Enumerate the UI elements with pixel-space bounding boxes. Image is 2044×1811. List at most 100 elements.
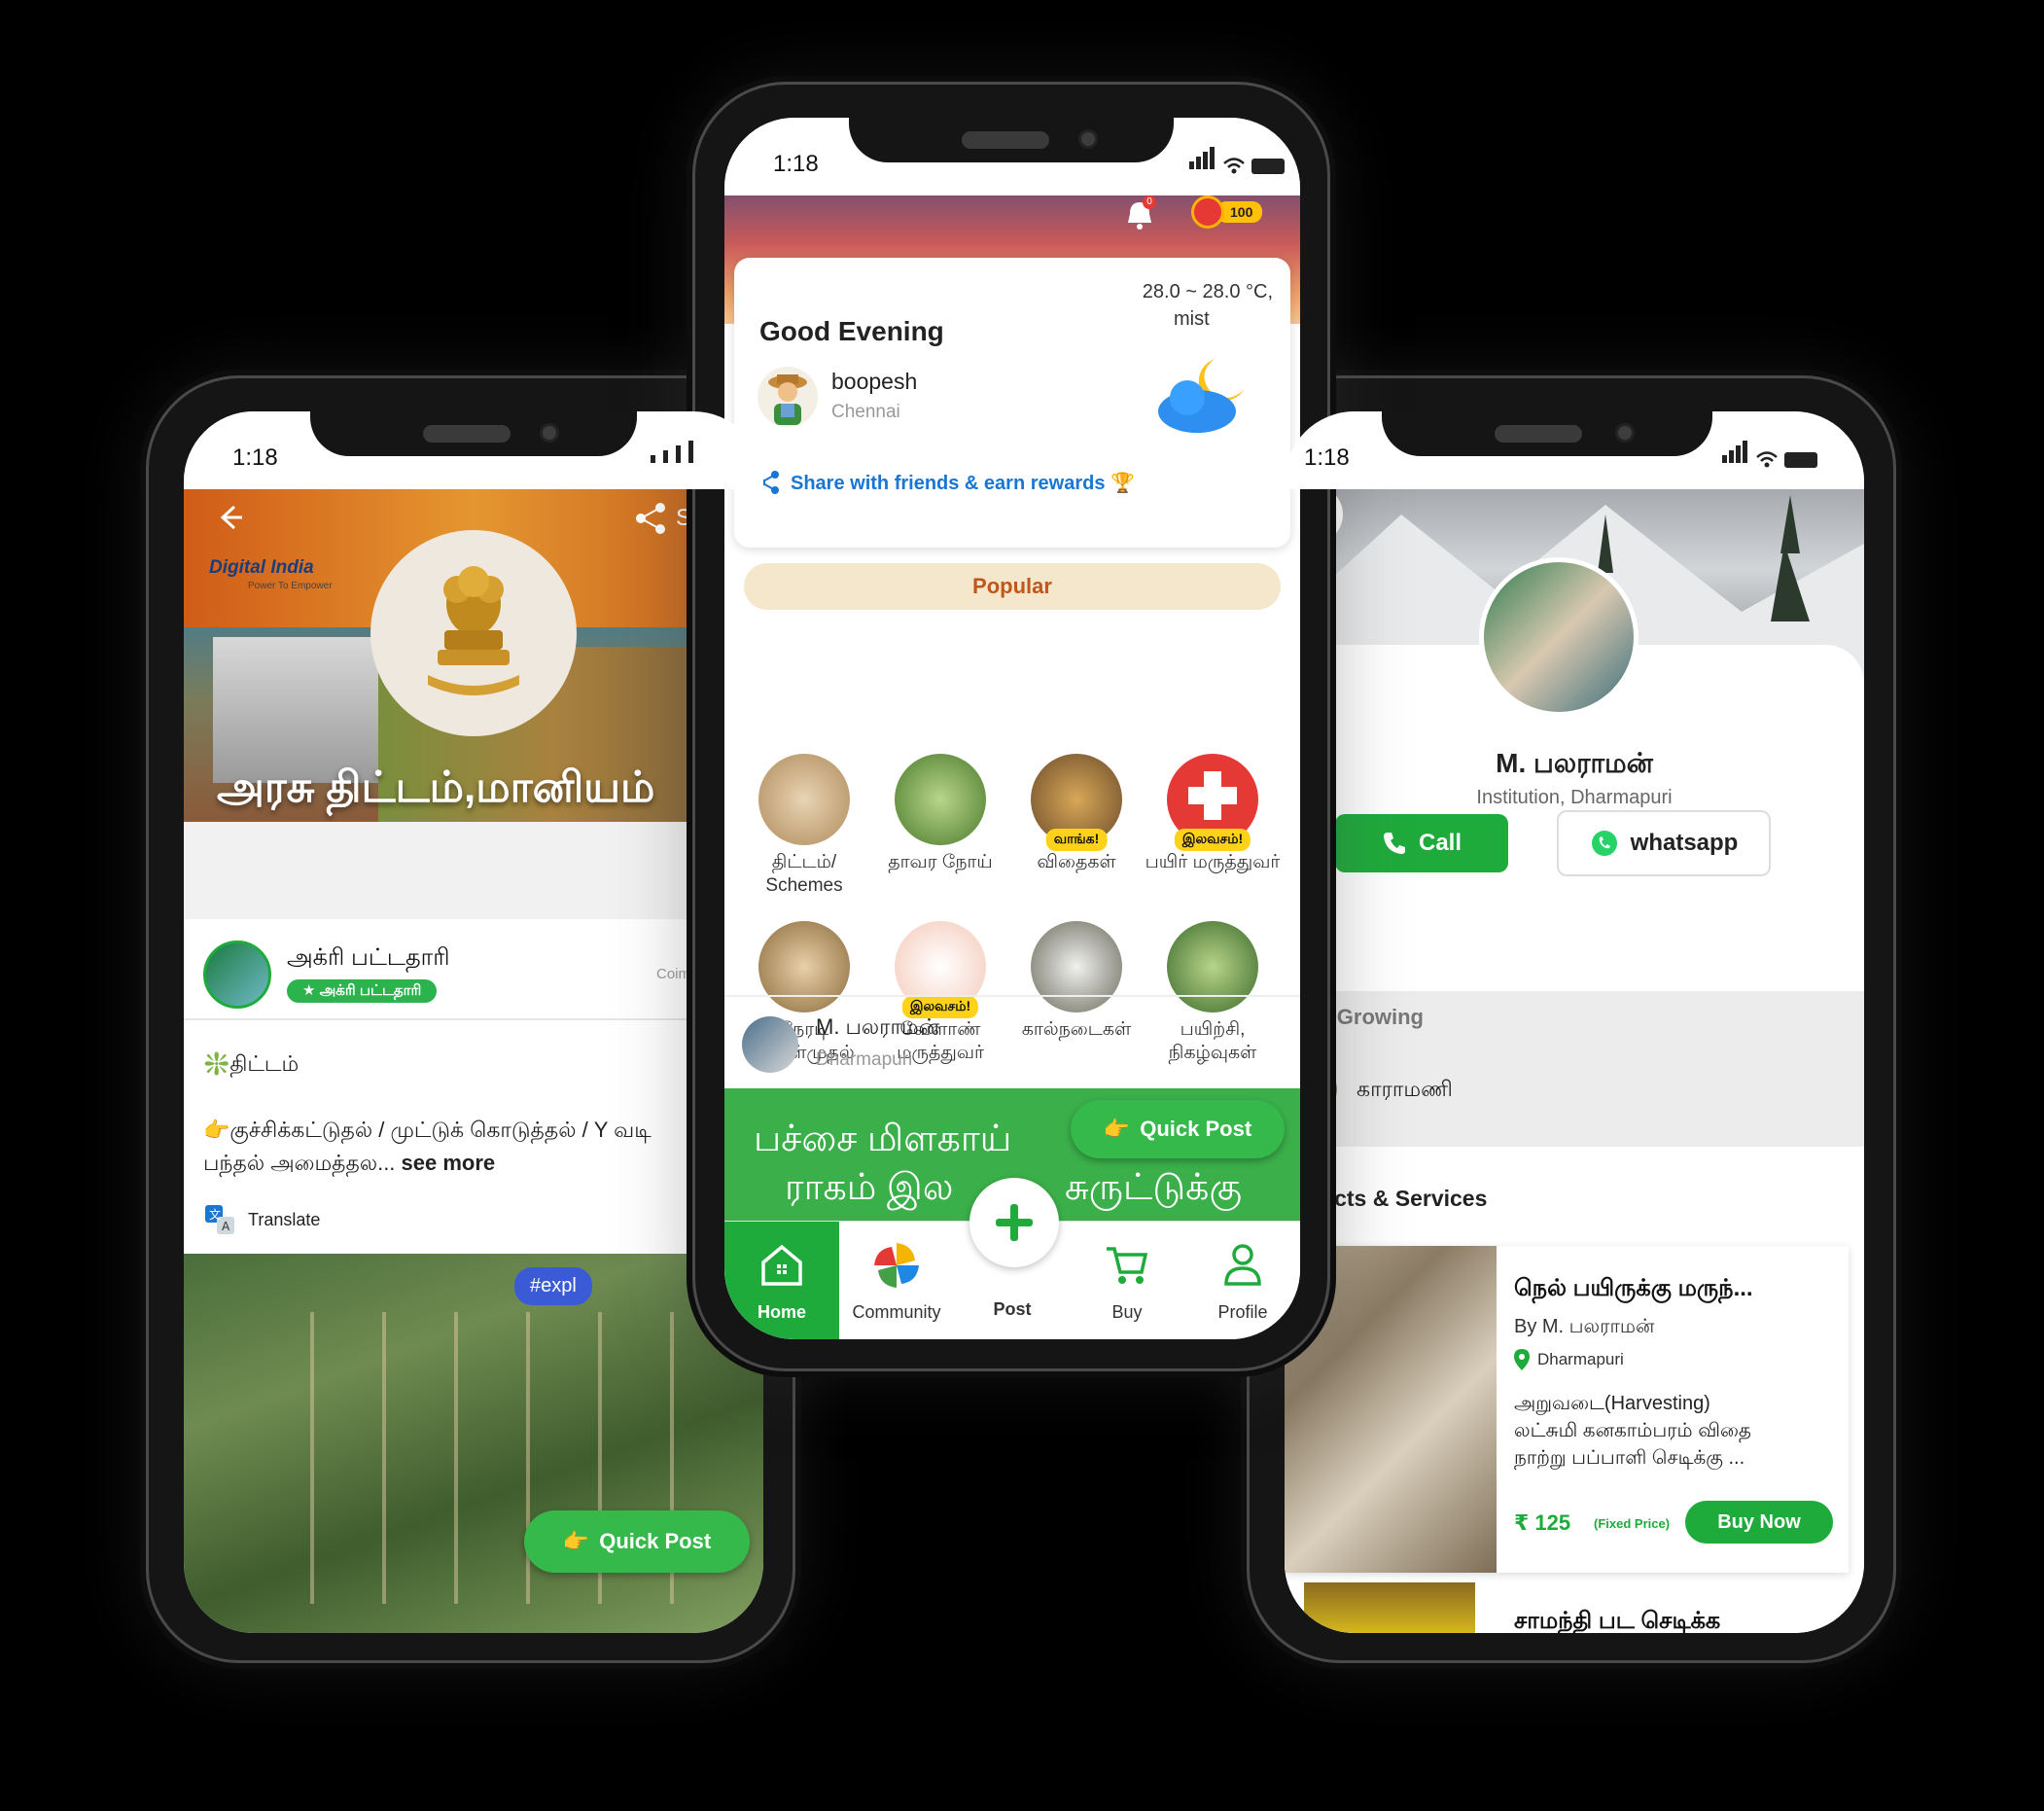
translate-icon: 文A bbox=[205, 1205, 234, 1234]
profile-name: M. பலராமன் bbox=[1496, 748, 1653, 778]
next-product-title: சாமந்தி பட செடிக்க bbox=[1514, 1608, 1721, 1633]
weather-temp: 28.0 ~ 28.0 °C, bbox=[1142, 281, 1273, 302]
rewards-chip[interactable]: 100 bbox=[1191, 195, 1263, 229]
status-bar: 1:18 bbox=[1285, 411, 1864, 489]
right-phone: 1:18 M. பலராமன் Institution, Dharmapuri … bbox=[1247, 375, 1896, 1663]
call-label: Call bbox=[1418, 830, 1462, 856]
tile-crop-doctor[interactable]: இலவசம்! பயிர் மருத்துவர் bbox=[1145, 754, 1281, 874]
battery-icon bbox=[1251, 159, 1285, 174]
tile-label: விதைகள் bbox=[1037, 852, 1116, 872]
author-location: Coim bbox=[656, 966, 691, 982]
buy-now-button[interactable]: Buy Now bbox=[1685, 1501, 1833, 1544]
nav-buy[interactable]: Buy bbox=[1070, 1222, 1184, 1339]
pointing-hand-icon: 👉 bbox=[562, 1529, 590, 1553]
see-more-link[interactable]: see more bbox=[395, 1151, 496, 1175]
tile-tag: வாங்க! bbox=[1045, 829, 1108, 851]
next-product-image bbox=[1304, 1582, 1475, 1633]
plant-disease-icon bbox=[895, 754, 986, 845]
location-pin-icon bbox=[1514, 1349, 1530, 1370]
divider-strip bbox=[184, 822, 763, 919]
digital-india-tagline: Power To Empower bbox=[248, 581, 333, 591]
signal-icon bbox=[651, 441, 695, 463]
author-avatar[interactable] bbox=[203, 941, 271, 1009]
user-name[interactable]: boopesh bbox=[831, 369, 917, 395]
front-camera bbox=[540, 423, 559, 443]
share-rewards-link[interactable]: Share with friends & earn rewards 🏆 bbox=[756, 470, 1135, 495]
quick-post-label: Quick Post bbox=[1140, 1117, 1252, 1141]
reward-medal-icon bbox=[1191, 195, 1224, 229]
weather-desc: mist bbox=[1174, 308, 1210, 330]
status-bar: 1:18 bbox=[724, 118, 1300, 195]
status-time: 1:18 bbox=[773, 151, 819, 177]
front-camera bbox=[1078, 129, 1098, 149]
add-post-button[interactable] bbox=[969, 1178, 1059, 1267]
mockup-stage: 1:18 Digital India Power To Empower S அர… bbox=[0, 0, 2044, 1811]
desc-line-2: லட்சுமி கனகாம்பரம் விதை bbox=[1514, 1420, 1751, 1441]
share-rewards-text[interactable]: Share with friends & earn rewards 🏆 bbox=[791, 471, 1135, 495]
price-note: (Fixed Price) bbox=[1594, 1516, 1671, 1531]
scheme-banner[interactable]: Digital India Power To Empower S அரசு தி… bbox=[184, 472, 763, 822]
tile-schemes[interactable]: திட்டம்/ Schemes bbox=[736, 754, 872, 898]
pointing-hand-icon: 👉 bbox=[1103, 1117, 1131, 1141]
notch bbox=[1382, 411, 1712, 456]
speaker bbox=[1495, 425, 1582, 443]
crops-growing-section: rops Growing காராமணி bbox=[1285, 991, 1864, 1147]
product-price: ₹ 125 bbox=[1514, 1510, 1571, 1535]
plus-icon bbox=[996, 1204, 1033, 1241]
product-description: அறுவடை(Harvesting) லட்சுமி கனகாம்பரம் வி… bbox=[1514, 1390, 1751, 1472]
author-name[interactable]: அக்ரி பட்டதாரி bbox=[287, 944, 449, 974]
product-card[interactable]: நெல் பயிருக்கு மருந்... By M. பலராமன் Dh… bbox=[1285, 1246, 1849, 1573]
post-body: 👉குச்சிக்கட்டுதல் / முட்டுக் கொடுத்தல் /… bbox=[203, 1118, 652, 1142]
share-label[interactable]: S bbox=[676, 505, 691, 532]
whatsapp-button[interactable]: whatsapp bbox=[1557, 810, 1771, 876]
status-icons bbox=[1722, 441, 1817, 468]
share-icon[interactable] bbox=[631, 499, 670, 538]
status-time: 1:18 bbox=[232, 444, 278, 471]
battery-icon bbox=[1784, 452, 1817, 468]
tile-plant-disease[interactable]: தாவர நோய் bbox=[872, 754, 1008, 874]
user-city: Chennai bbox=[831, 402, 900, 422]
post-line-2: ராகம் இல bbox=[785, 1167, 954, 1208]
quick-post-button[interactable]: 👉 Quick Post bbox=[1071, 1100, 1285, 1158]
community-icon bbox=[874, 1243, 919, 1288]
ashoka-emblem bbox=[370, 530, 577, 736]
call-button[interactable]: Call bbox=[1335, 814, 1508, 872]
front-camera bbox=[1615, 423, 1635, 443]
schemes-icon bbox=[758, 754, 850, 845]
nav-label: Buy bbox=[1111, 1302, 1143, 1322]
nav-home[interactable]: Home bbox=[724, 1222, 839, 1339]
nav-community[interactable]: Community bbox=[839, 1222, 954, 1339]
feed-post-header[interactable]: M. பலராமன் Dharmapuri bbox=[724, 995, 1300, 1088]
notch bbox=[849, 118, 1174, 162]
status-time: 1:18 bbox=[1304, 444, 1350, 471]
feed-author-name[interactable]: M. பலராமன் bbox=[816, 1014, 939, 1043]
feed-author-avatar[interactable] bbox=[742, 1016, 798, 1073]
popular-header: Popular bbox=[744, 563, 1281, 610]
hashtag-chip[interactable]: #expl bbox=[514, 1267, 592, 1305]
speaker bbox=[962, 131, 1049, 149]
post-line-3: சுருட்டுக்கு bbox=[1065, 1167, 1243, 1208]
post-heading: ❇️திட்டம் bbox=[203, 1051, 300, 1076]
post-author-row[interactable]: அக்ரி பட்டதாரி ★ அக்ரி பட்டதாரி Coim bbox=[184, 919, 763, 1020]
translate-label[interactable]: Translate bbox=[248, 1210, 320, 1230]
tile-seeds[interactable]: வாங்க! விதைகள் bbox=[1008, 754, 1145, 874]
tile-label: பயிர் மருத்துவர் bbox=[1145, 852, 1281, 872]
crop-name[interactable]: காராமணி bbox=[1357, 1077, 1453, 1105]
banner-house-image bbox=[213, 637, 378, 783]
translate-button[interactable]: 文A Translate bbox=[203, 1203, 320, 1236]
nav-profile[interactable]: Profile bbox=[1185, 1222, 1300, 1339]
status-icons bbox=[1189, 147, 1285, 174]
quick-post-button[interactable]: 👉 Quick Post bbox=[524, 1510, 750, 1573]
product-location-row: Dharmapuri bbox=[1514, 1349, 1624, 1370]
profile-avatar[interactable] bbox=[1479, 557, 1639, 717]
profile-subtitle: Institution, Dharmapuri bbox=[1476, 787, 1673, 808]
wifi-icon bbox=[1223, 158, 1245, 174]
next-product-card[interactable]: சாமந்தி பட செடிக்க bbox=[1304, 1582, 1864, 1633]
user-avatar[interactable] bbox=[758, 367, 818, 427]
back-arrow-icon[interactable] bbox=[213, 501, 246, 534]
post-photo[interactable]: #expl bbox=[184, 1254, 763, 1633]
cart-icon bbox=[1107, 1247, 1148, 1284]
bell-icon[interactable]: 0 bbox=[1125, 195, 1156, 231]
greeting-card: Good Evening 28.0 ~ 28.0 °C, mist boopes… bbox=[734, 258, 1290, 548]
wifi-icon bbox=[1756, 451, 1778, 468]
